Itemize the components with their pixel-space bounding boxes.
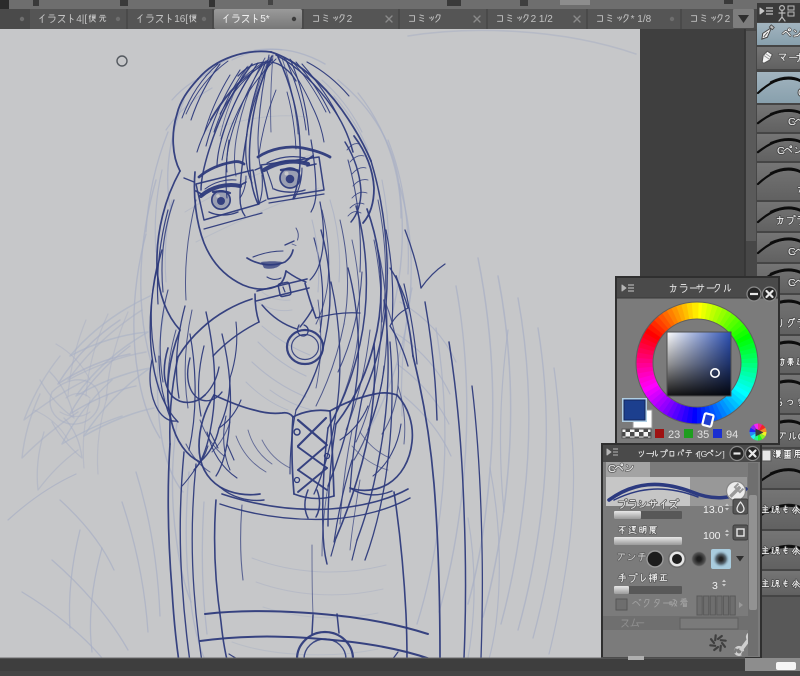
- svg-text:35: 35: [697, 429, 709, 441]
- svg-text:[G: [G: [698, 449, 707, 459]
- svg-text:3: 3: [712, 580, 718, 592]
- svg-text:2: 2: [347, 14, 353, 25]
- svg-text:2 1/2: 2 1/2: [531, 14, 554, 25]
- svg-text:13.0: 13.0: [703, 504, 724, 516]
- svg-text:94: 94: [726, 429, 738, 441]
- svg-text:ム: ム: [630, 618, 640, 630]
- svg-text:4|[: 4|[: [76, 14, 87, 25]
- svg-text:]: ]: [722, 449, 724, 459]
- svg-text:5*: 5*: [260, 14, 270, 25]
- svg-text:* 1/8: * 1/8: [631, 14, 652, 25]
- svg-text:100: 100: [703, 530, 721, 542]
- svg-text:16[: 16[: [174, 14, 188, 25]
- svg-text:23: 23: [668, 429, 680, 441]
